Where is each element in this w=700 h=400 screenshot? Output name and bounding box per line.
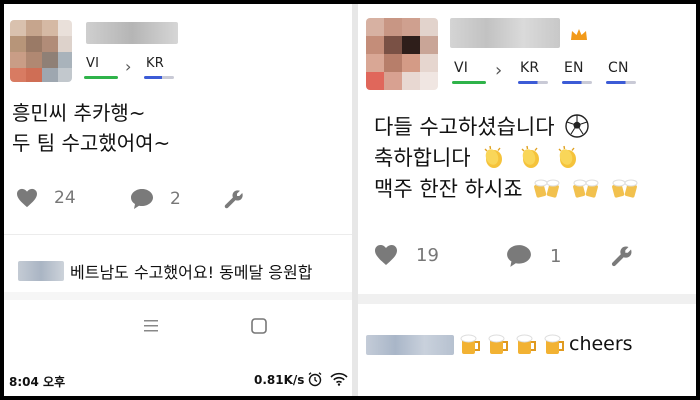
post-body: 흥민씨 추카행~ 두 팀 수고했어여~ xyxy=(12,98,170,158)
heart-icon xyxy=(17,188,37,208)
chevron-right-icon: › xyxy=(495,60,503,81)
speech-bubble-icon xyxy=(507,245,531,267)
home-button[interactable] xyxy=(250,317,268,339)
status-network-speed: 0.81K/s xyxy=(254,373,305,387)
language-bar-kr xyxy=(144,76,174,79)
comment-text: 베트남도 수고했어요! 동메달 응원합 xyxy=(70,263,313,282)
comment-text: cheers xyxy=(569,333,633,355)
username-blurred[interactable] xyxy=(86,22,178,44)
crown-icon xyxy=(571,29,587,40)
wrench-icon xyxy=(224,190,243,209)
language-label-kr: KR xyxy=(520,60,540,76)
language-bar-vi xyxy=(84,76,118,79)
menu-button[interactable] xyxy=(142,318,160,338)
clapping-hands-icon xyxy=(521,145,539,168)
language-bar-kr xyxy=(518,81,548,84)
screenshot-frame: VI › KR 흥민씨 추카행~ 두 팀 수고했어여~ 24 2 베트남도 수고… xyxy=(4,4,696,396)
beer-mug-icon xyxy=(460,334,480,354)
tools-button[interactable] xyxy=(223,188,245,210)
language-bar-cn xyxy=(606,81,636,84)
soccer-ball-icon xyxy=(565,114,589,138)
clapping-hands-icon xyxy=(558,145,576,168)
avatar[interactable] xyxy=(366,18,438,90)
speech-bubble-icon xyxy=(131,189,153,209)
status-time: 8:04 오후 xyxy=(9,375,66,389)
language-label-en: EN xyxy=(564,60,584,76)
language-label-cn: CN xyxy=(608,60,629,76)
language-bar-en xyxy=(562,81,592,84)
divider xyxy=(4,234,352,235)
post-line-3: 맥주 한잔 하시죠 xyxy=(374,177,523,201)
wrench-icon xyxy=(611,246,632,267)
comment-button[interactable]: 2 xyxy=(130,188,181,210)
heart-icon xyxy=(375,245,397,265)
comment-row: cheers xyxy=(458,331,633,357)
post-line-1: 흥민씨 추카행~ xyxy=(12,101,146,125)
beer-mugs-icon xyxy=(573,179,599,198)
tools-button[interactable] xyxy=(610,244,634,268)
language-label-vi: VI xyxy=(86,56,100,71)
beer-mug-icon xyxy=(516,334,536,354)
comment-count: 2 xyxy=(170,189,181,209)
chevron-right-icon: › xyxy=(125,57,132,76)
username-blurred[interactable] xyxy=(450,18,560,48)
menu-icon xyxy=(144,320,158,332)
like-count: 24 xyxy=(54,188,76,208)
post-body: 다들 수고하셨습니다 축하합니다 맥주 한잔 하시죠 xyxy=(374,112,639,205)
alarm-clock-icon xyxy=(308,372,322,387)
wifi-icon xyxy=(330,372,348,386)
like-count: 19 xyxy=(416,244,439,266)
like-button[interactable]: 19 xyxy=(374,244,439,266)
like-button[interactable]: 24 xyxy=(16,188,76,208)
post-separator xyxy=(358,294,696,304)
left-post-panel: VI › KR 흥민씨 추카행~ 두 팀 수고했어여~ 24 2 베트남도 수고… xyxy=(4,4,352,396)
commenter-name-blurred[interactable] xyxy=(366,335,454,355)
clapping-hands-icon xyxy=(484,145,503,168)
post-line-2: 두 팀 수고했어여~ xyxy=(12,131,171,155)
beer-mugs-icon xyxy=(534,179,560,198)
comment-count: 1 xyxy=(550,245,562,267)
post-line-1: 다들 수고하셨습니다 xyxy=(374,115,555,139)
beer-mug-icon xyxy=(488,334,508,354)
post-line-2: 축하합니다 xyxy=(374,146,471,170)
comment-button[interactable]: 1 xyxy=(506,244,561,268)
language-label-vi: VI xyxy=(454,60,469,76)
right-post-panel: VI › KR EN CN 다들 수고하셨습니다 축하합니다 맥주 한잔 하시죠 xyxy=(358,4,696,396)
language-bar-vi xyxy=(452,81,486,84)
commenter-name-blurred[interactable] xyxy=(18,261,64,281)
bottom-bar-separator xyxy=(4,292,352,300)
language-label-kr: KR xyxy=(146,56,164,71)
avatar[interactable] xyxy=(10,20,72,82)
beer-mugs-icon xyxy=(611,179,638,198)
home-square-icon xyxy=(251,318,267,334)
beer-mug-icon xyxy=(544,334,564,354)
